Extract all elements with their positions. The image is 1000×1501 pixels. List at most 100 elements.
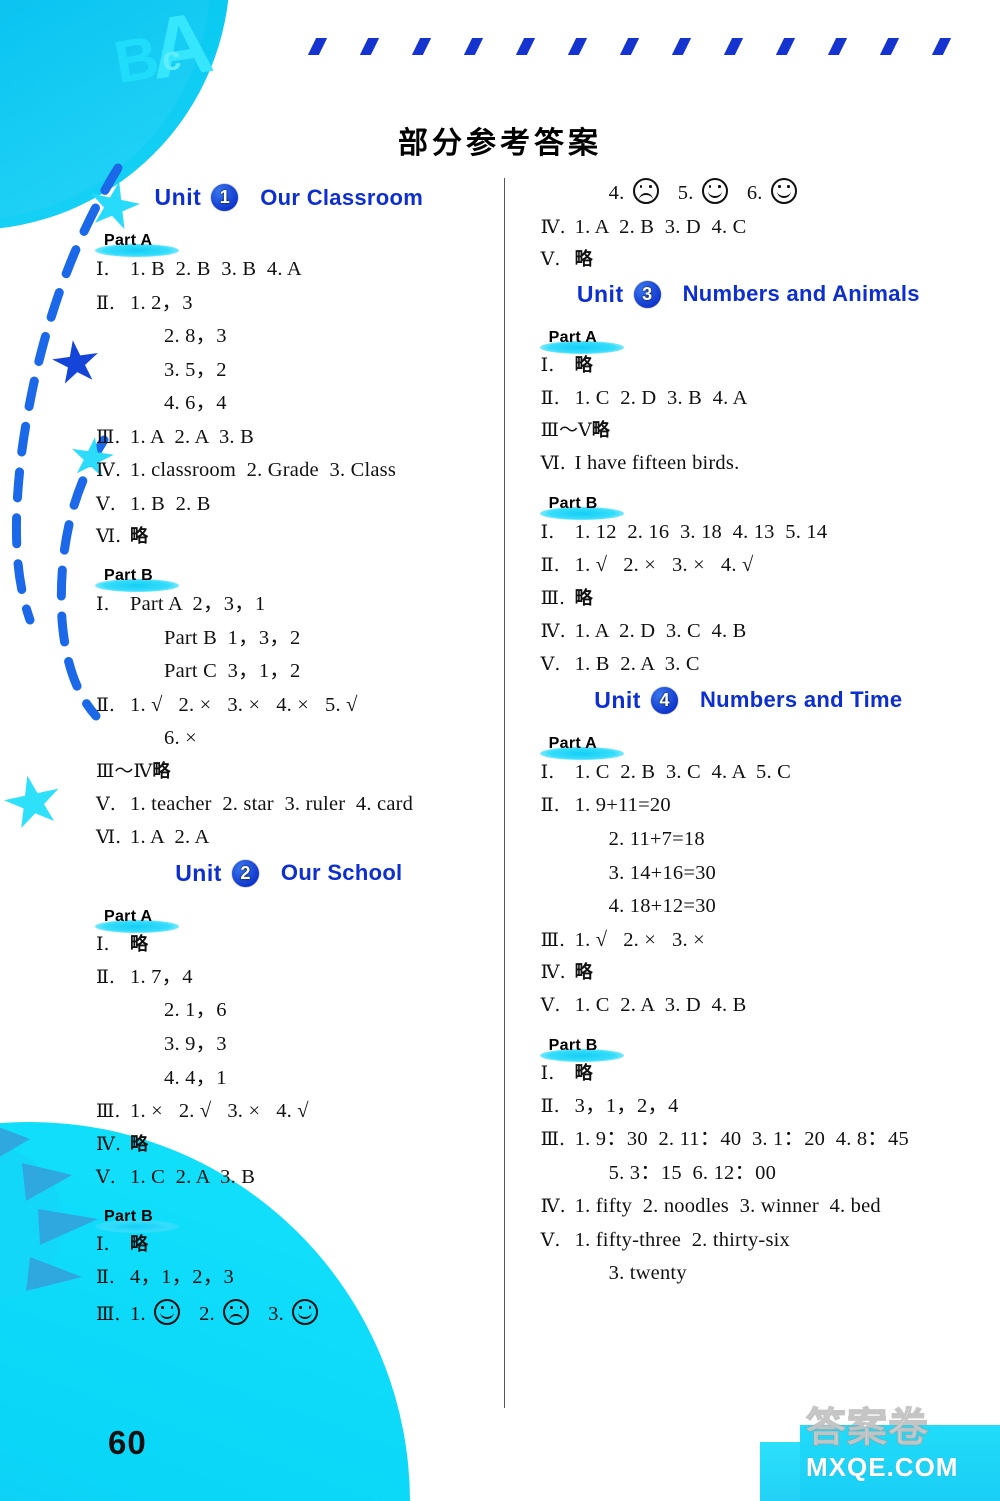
- answer-line: Ⅲ1. 2. 3.: [96, 1299, 482, 1326]
- answer-text: 1. A 2. B 3. D 4. C: [574, 215, 747, 238]
- unit-title-label: Numbers and Time: [699, 687, 903, 713]
- roman-numeral: Ⅲ: [96, 1101, 130, 1122]
- answer-text: 1. C 2. A 3. B: [130, 1165, 256, 1188]
- stripe-dash: [515, 38, 536, 55]
- answer-line: Ⅱ3，1，2，4: [541, 1095, 956, 1118]
- roman-numeral: Ⅳ: [96, 460, 130, 481]
- answer-line: 3. 5，2: [130, 359, 482, 382]
- stripe-dash: [827, 38, 848, 55]
- roman-numeral: Ⅱ: [96, 1267, 130, 1288]
- answer-line: Ⅲ1. × 2. √ 3. × 4. √: [96, 1100, 482, 1123]
- answer-text: 1. B 2. B 3. B 4. A: [130, 258, 302, 280]
- stripe-dash: [723, 38, 744, 55]
- roman-numeral: Ⅳ: [541, 962, 575, 983]
- answer-text: 1. C 2. A 3. D 4. B: [574, 994, 747, 1017]
- roman-numeral: Ⅰ: [541, 355, 575, 376]
- answer-line: 4. 5. 6.: [575, 178, 956, 205]
- answer-text: Part A 2，3，1: [130, 593, 266, 616]
- unit-number-badge: 2: [231, 859, 259, 887]
- answer-line: Ⅲ～Ⅳ 略: [96, 761, 482, 782]
- answer-line: Ⅱ1. 9+11=20: [541, 794, 956, 817]
- stripe-dash: [671, 38, 692, 55]
- answer-line: Ⅴ1. C 2. A 3. B: [96, 1166, 482, 1189]
- answer-text: 1. √ 2. × 3. × 4. √: [574, 554, 754, 577]
- answer-text: 略: [130, 1133, 149, 1155]
- roman-numeral: Ⅴ: [541, 1229, 575, 1251]
- answer-text: 1. 9+11=20: [574, 794, 671, 817]
- roman-numeral: Ⅳ: [541, 1196, 575, 1217]
- item-number: 1.: [130, 1303, 152, 1326]
- sad-face-icon: [223, 1299, 250, 1326]
- answer-text: 略: [152, 761, 171, 782]
- left-column: Unit1Our ClassroomPart AⅠ1. B 2. B 3. B …: [95, 178, 504, 1408]
- answer-line: Ⅰ1. 12 2. 16 3. 18 4. 13 5. 14: [541, 521, 956, 544]
- roman-numeral: Ⅵ: [541, 453, 575, 474]
- answer-text: 略: [574, 587, 593, 609]
- unit-heading: Unit 3 Numbers and Animals: [541, 280, 956, 308]
- answer-text: 1. × 2. √ 3. × 4. √: [130, 1100, 309, 1123]
- answer-text: 4. 18+12=30: [608, 895, 716, 918]
- roman-numeral: Ⅳ: [96, 1133, 130, 1155]
- unit-heading: Unit 4 Numbers and Time: [541, 686, 956, 714]
- answer-text: 略: [130, 526, 149, 548]
- answer-line: 2. 1，6: [130, 999, 482, 1022]
- roman-numeral: Ⅱ: [96, 966, 130, 988]
- answer-line: Ⅲ1. A 2. A 3. B: [96, 426, 482, 449]
- part-badge-label: Part B: [548, 494, 598, 512]
- answer-line: Ⅳ1. classroom 2. Grade 3. Class: [96, 459, 482, 482]
- answer-line: Ⅰ略: [96, 1234, 482, 1255]
- answer-line: Part B 1，3，2: [130, 627, 482, 650]
- sad-face-icon: [632, 178, 659, 204]
- answer-text: 1. classroom 2. Grade 3. Class: [130, 459, 397, 482]
- answer-text: 1. A 2. A: [130, 826, 210, 849]
- answer-text: 3. 5，2: [164, 358, 227, 381]
- item-number: 6.: [730, 182, 768, 204]
- unit-word-label: Unit: [576, 280, 624, 307]
- unit-word-label: Unit: [154, 184, 202, 210]
- item-number: 4.: [608, 182, 630, 204]
- answer-line: Ⅳ略: [541, 962, 956, 983]
- roman-numeral: Ⅰ: [541, 521, 575, 543]
- roman-numeral: Ⅴ: [541, 654, 575, 675]
- roman-numeral: Ⅲ～Ⅴ: [540, 419, 592, 442]
- answer-line: 3. twenty: [575, 1262, 956, 1285]
- roman-numeral: Ⅳ: [541, 216, 575, 238]
- answer-line: 4. 18+12=30: [575, 895, 956, 918]
- answer-text: 略: [591, 420, 610, 442]
- answer-text: 1. √ 2. × 3. × 4. × 5. √: [130, 693, 358, 716]
- part-badge: Part B: [95, 567, 179, 593]
- roman-numeral: Ⅴ: [96, 793, 130, 815]
- answer-line: Ⅱ4，1，2，3: [96, 1266, 482, 1289]
- answer-line: 5. 3：15 6. 12：00: [575, 1162, 956, 1185]
- stripe-dash: [307, 38, 328, 55]
- part-badge: Part A: [95, 908, 179, 933]
- roman-numeral: Ⅱ: [96, 695, 130, 716]
- answer-line: Ⅵ略: [96, 526, 482, 547]
- answer-columns: Unit 1 Our Classroom Part A Ⅰ 1. B 2. B 3. B …: [95, 178, 956, 1408]
- part-badge-label: Part B: [548, 1036, 598, 1054]
- roman-numeral: Ⅱ: [541, 795, 575, 816]
- unit-number-badge: 1: [211, 184, 239, 211]
- answer-text: 1. teacher 2. star 3. ruler 4. card: [130, 792, 414, 815]
- answer-line: Ⅴ1. teacher 2. star 3. ruler 4. card: [96, 793, 482, 816]
- smile-face-icon: [154, 1299, 181, 1326]
- answer-text: 1. fifty-three 2. thirty-six: [574, 1228, 790, 1251]
- answer-text: 4，1，2，3: [130, 1265, 234, 1288]
- part-badge: Part A: [539, 735, 624, 760]
- roman-numeral: Ⅲ: [541, 1129, 575, 1150]
- answer-text: 3. twenty: [608, 1262, 687, 1285]
- answer-line: Ⅴ1. C 2. A 3. D 4. B: [541, 994, 956, 1017]
- unit-title-label: Our Classroom: [260, 184, 424, 210]
- stripe-dash: [619, 38, 640, 55]
- answer-text: 1. A 2. A 3. B: [130, 425, 254, 448]
- header-stripe-decoration: [307, 38, 982, 60]
- answer-line: Ⅲ1. 9：30 2. 11：40 3. 1：20 4. 8：45: [541, 1128, 956, 1151]
- answer-line: Ⅴ1. B 2. A 3. C: [541, 653, 956, 676]
- roman-numeral: Ⅲ～Ⅳ: [96, 760, 153, 782]
- answer-text: 1. C 2. D 3. B 4. A: [574, 386, 748, 409]
- item-number: 3.: [252, 1303, 290, 1326]
- roman-numeral: Ⅵ: [96, 827, 130, 848]
- answer-text: 略: [574, 354, 593, 376]
- answer-text: 6. ×: [164, 727, 197, 750]
- roman-numeral: Ⅱ: [96, 292, 130, 314]
